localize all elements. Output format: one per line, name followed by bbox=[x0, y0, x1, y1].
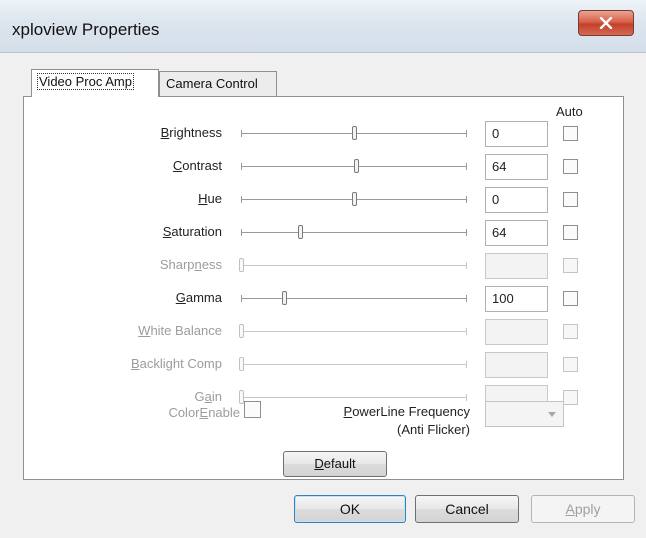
tab-video-proc-amp[interactable]: Video Proc Amp bbox=[31, 69, 159, 97]
hue-label: Hue bbox=[198, 191, 222, 206]
tab-label: Video Proc Amp bbox=[37, 73, 134, 90]
properties-dialog: xploview Properties Video Proc Amp Camer… bbox=[0, 0, 646, 538]
gamma-slider-thumb[interactable] bbox=[281, 291, 287, 305]
window-title: xploview Properties bbox=[12, 20, 160, 39]
contrast-slider[interactable] bbox=[241, 159, 467, 173]
gain-label: Gain bbox=[194, 389, 222, 404]
sharpness-label: Sharpness bbox=[159, 257, 222, 272]
default-button[interactable]: Default bbox=[283, 451, 387, 477]
close-button[interactable] bbox=[578, 10, 634, 36]
auto-column-header: Auto bbox=[556, 104, 583, 119]
brightness-auto-checkbox[interactable] bbox=[563, 126, 578, 141]
gamma-slider[interactable] bbox=[241, 291, 467, 305]
powerline-frequency-label: PowerLine Frequency (Anti Flicker) bbox=[343, 404, 470, 437]
brightness-value-field[interactable]: 0 bbox=[485, 121, 548, 147]
powerline-frequency-select[interactable] bbox=[485, 401, 564, 427]
brightness-label: Brightness bbox=[160, 125, 222, 140]
hue-auto-checkbox[interactable] bbox=[563, 192, 578, 207]
brightness-slider[interactable] bbox=[241, 126, 467, 140]
contrast-slider-thumb[interactable] bbox=[354, 159, 360, 173]
saturation-value-field[interactable]: 64 bbox=[485, 220, 548, 246]
sharpness-value-field bbox=[485, 253, 548, 279]
backlight-comp-slider[interactable] bbox=[239, 357, 467, 371]
hue-value-field[interactable]: 0 bbox=[485, 187, 548, 213]
saturation-slider-thumb[interactable] bbox=[297, 225, 303, 239]
white-balance-value-field bbox=[485, 319, 548, 345]
close-icon bbox=[599, 17, 613, 29]
tab-label: Camera Control bbox=[166, 76, 258, 91]
color-enable-checkbox[interactable] bbox=[244, 401, 261, 418]
apply-button[interactable]: Apply bbox=[531, 495, 635, 523]
white-balance-label: White Balance bbox=[138, 323, 222, 338]
gamma-auto-checkbox[interactable] bbox=[563, 291, 578, 306]
saturation-slider[interactable] bbox=[241, 225, 467, 239]
white-balance-auto-checkbox bbox=[563, 324, 578, 339]
chevron-down-icon bbox=[548, 412, 556, 417]
title-bar: xploview Properties bbox=[0, 0, 646, 53]
backlight-comp-value-field bbox=[485, 352, 548, 378]
sharpness-auto-checkbox bbox=[563, 258, 578, 273]
gain-auto-checkbox bbox=[563, 390, 578, 405]
tab-camera-control[interactable]: Camera Control bbox=[159, 71, 277, 97]
backlight-comp-slider-thumb[interactable] bbox=[239, 357, 244, 371]
saturation-label: Saturation bbox=[162, 224, 222, 239]
backlight-comp-label: Backlight Comp bbox=[130, 356, 222, 371]
contrast-auto-checkbox[interactable] bbox=[563, 159, 578, 174]
saturation-auto-checkbox[interactable] bbox=[563, 225, 578, 240]
ok-button[interactable]: OK bbox=[294, 495, 406, 523]
white-balance-slider-thumb[interactable] bbox=[239, 324, 244, 338]
cancel-button[interactable]: Cancel bbox=[415, 495, 519, 523]
white-balance-slider[interactable] bbox=[239, 324, 467, 338]
backlight-comp-auto-checkbox bbox=[563, 357, 578, 372]
sharpness-slider-thumb[interactable] bbox=[239, 258, 244, 272]
gain-slider[interactable] bbox=[239, 390, 467, 404]
gamma-label: Gamma bbox=[175, 290, 222, 305]
contrast-value-field[interactable]: 64 bbox=[485, 154, 548, 180]
hue-slider-thumb[interactable] bbox=[352, 192, 357, 206]
gamma-value-field[interactable]: 100 bbox=[485, 286, 548, 312]
contrast-label: Contrast bbox=[172, 158, 222, 173]
brightness-slider-thumb[interactable] bbox=[352, 126, 357, 140]
hue-slider[interactable] bbox=[241, 192, 467, 206]
sharpness-slider[interactable] bbox=[239, 258, 467, 272]
color-enable-label: ColorEnable bbox=[168, 405, 240, 420]
